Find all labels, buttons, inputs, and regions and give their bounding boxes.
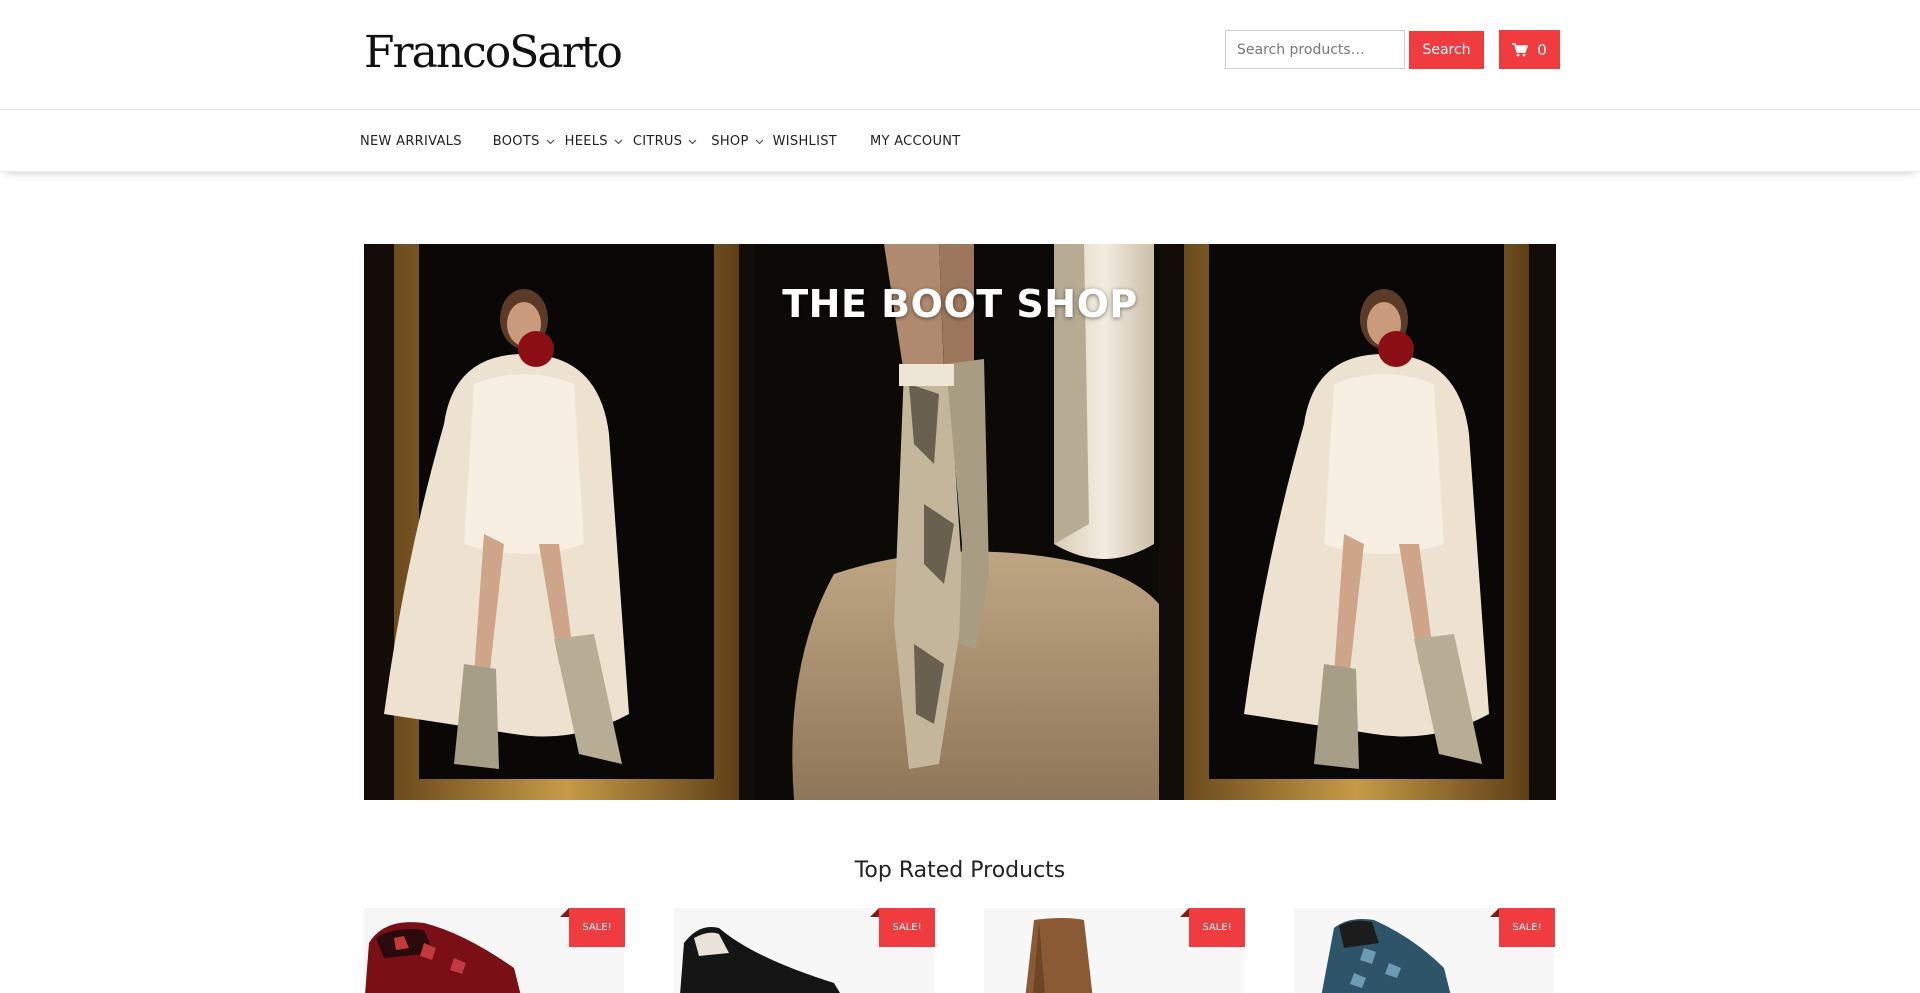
nav-item-my-account[interactable]: MY ACCOUNT: [870, 134, 961, 149]
sale-badge-fold: [1180, 908, 1189, 917]
cart-button[interactable]: 0: [1499, 30, 1560, 69]
hero-title: THE BOOT SHOP: [782, 282, 1138, 326]
main-navigation: NEW ARRIVALS BOOTS HEELS CITRUS SHOP WIS…: [0, 111, 1920, 172]
nav-item-shop[interactable]: SHOP: [711, 134, 763, 149]
nav-item-boots[interactable]: BOOTS: [493, 134, 555, 149]
sale-badge: SALE!: [1499, 908, 1555, 947]
nav-item-label: MY ACCOUNT: [870, 134, 961, 149]
nav-item-label: WISHLIST: [772, 134, 837, 149]
search-input[interactable]: [1225, 30, 1405, 69]
nav-item-label: SHOP: [711, 134, 749, 149]
chevron-down-icon: [614, 139, 623, 145]
nav-item-label: CITRUS: [632, 134, 683, 149]
site-header: FrancoSarto Search 0: [0, 0, 1920, 110]
sale-badge: SALE!: [879, 908, 935, 947]
sale-badge-fold: [1490, 908, 1499, 917]
nav-item-wishlist[interactable]: WISHLIST: [773, 134, 837, 149]
search-button[interactable]: Search: [1409, 31, 1484, 69]
nav-item-label: NEW ARRIVALS: [360, 134, 462, 149]
nav-item-heels[interactable]: HEELS: [565, 134, 623, 149]
nav-item-label: BOOTS: [492, 134, 540, 149]
sale-badge: SALE!: [569, 908, 625, 947]
nav-item-new-arrivals[interactable]: NEW ARRIVALS: [360, 134, 462, 149]
chevron-down-icon: [688, 139, 697, 145]
nav-item-label: HEELS: [564, 134, 608, 149]
hero-image: [364, 244, 1556, 800]
nav-item-citrus[interactable]: CITRUS: [633, 134, 697, 149]
sale-badge-fold: [560, 908, 569, 917]
hero-banner[interactable]: THE BOOT SHOP: [364, 244, 1556, 800]
chevron-down-icon: [546, 139, 555, 145]
sale-badge-fold: [870, 908, 879, 917]
cart-count: 0: [1537, 40, 1547, 59]
brand-logo[interactable]: FrancoSarto: [364, 28, 623, 78]
chevron-down-icon: [755, 139, 763, 145]
section-title: Top Rated Products: [854, 858, 1066, 883]
cart-icon: [1512, 42, 1529, 56]
sale-badge: SALE!: [1189, 908, 1245, 947]
